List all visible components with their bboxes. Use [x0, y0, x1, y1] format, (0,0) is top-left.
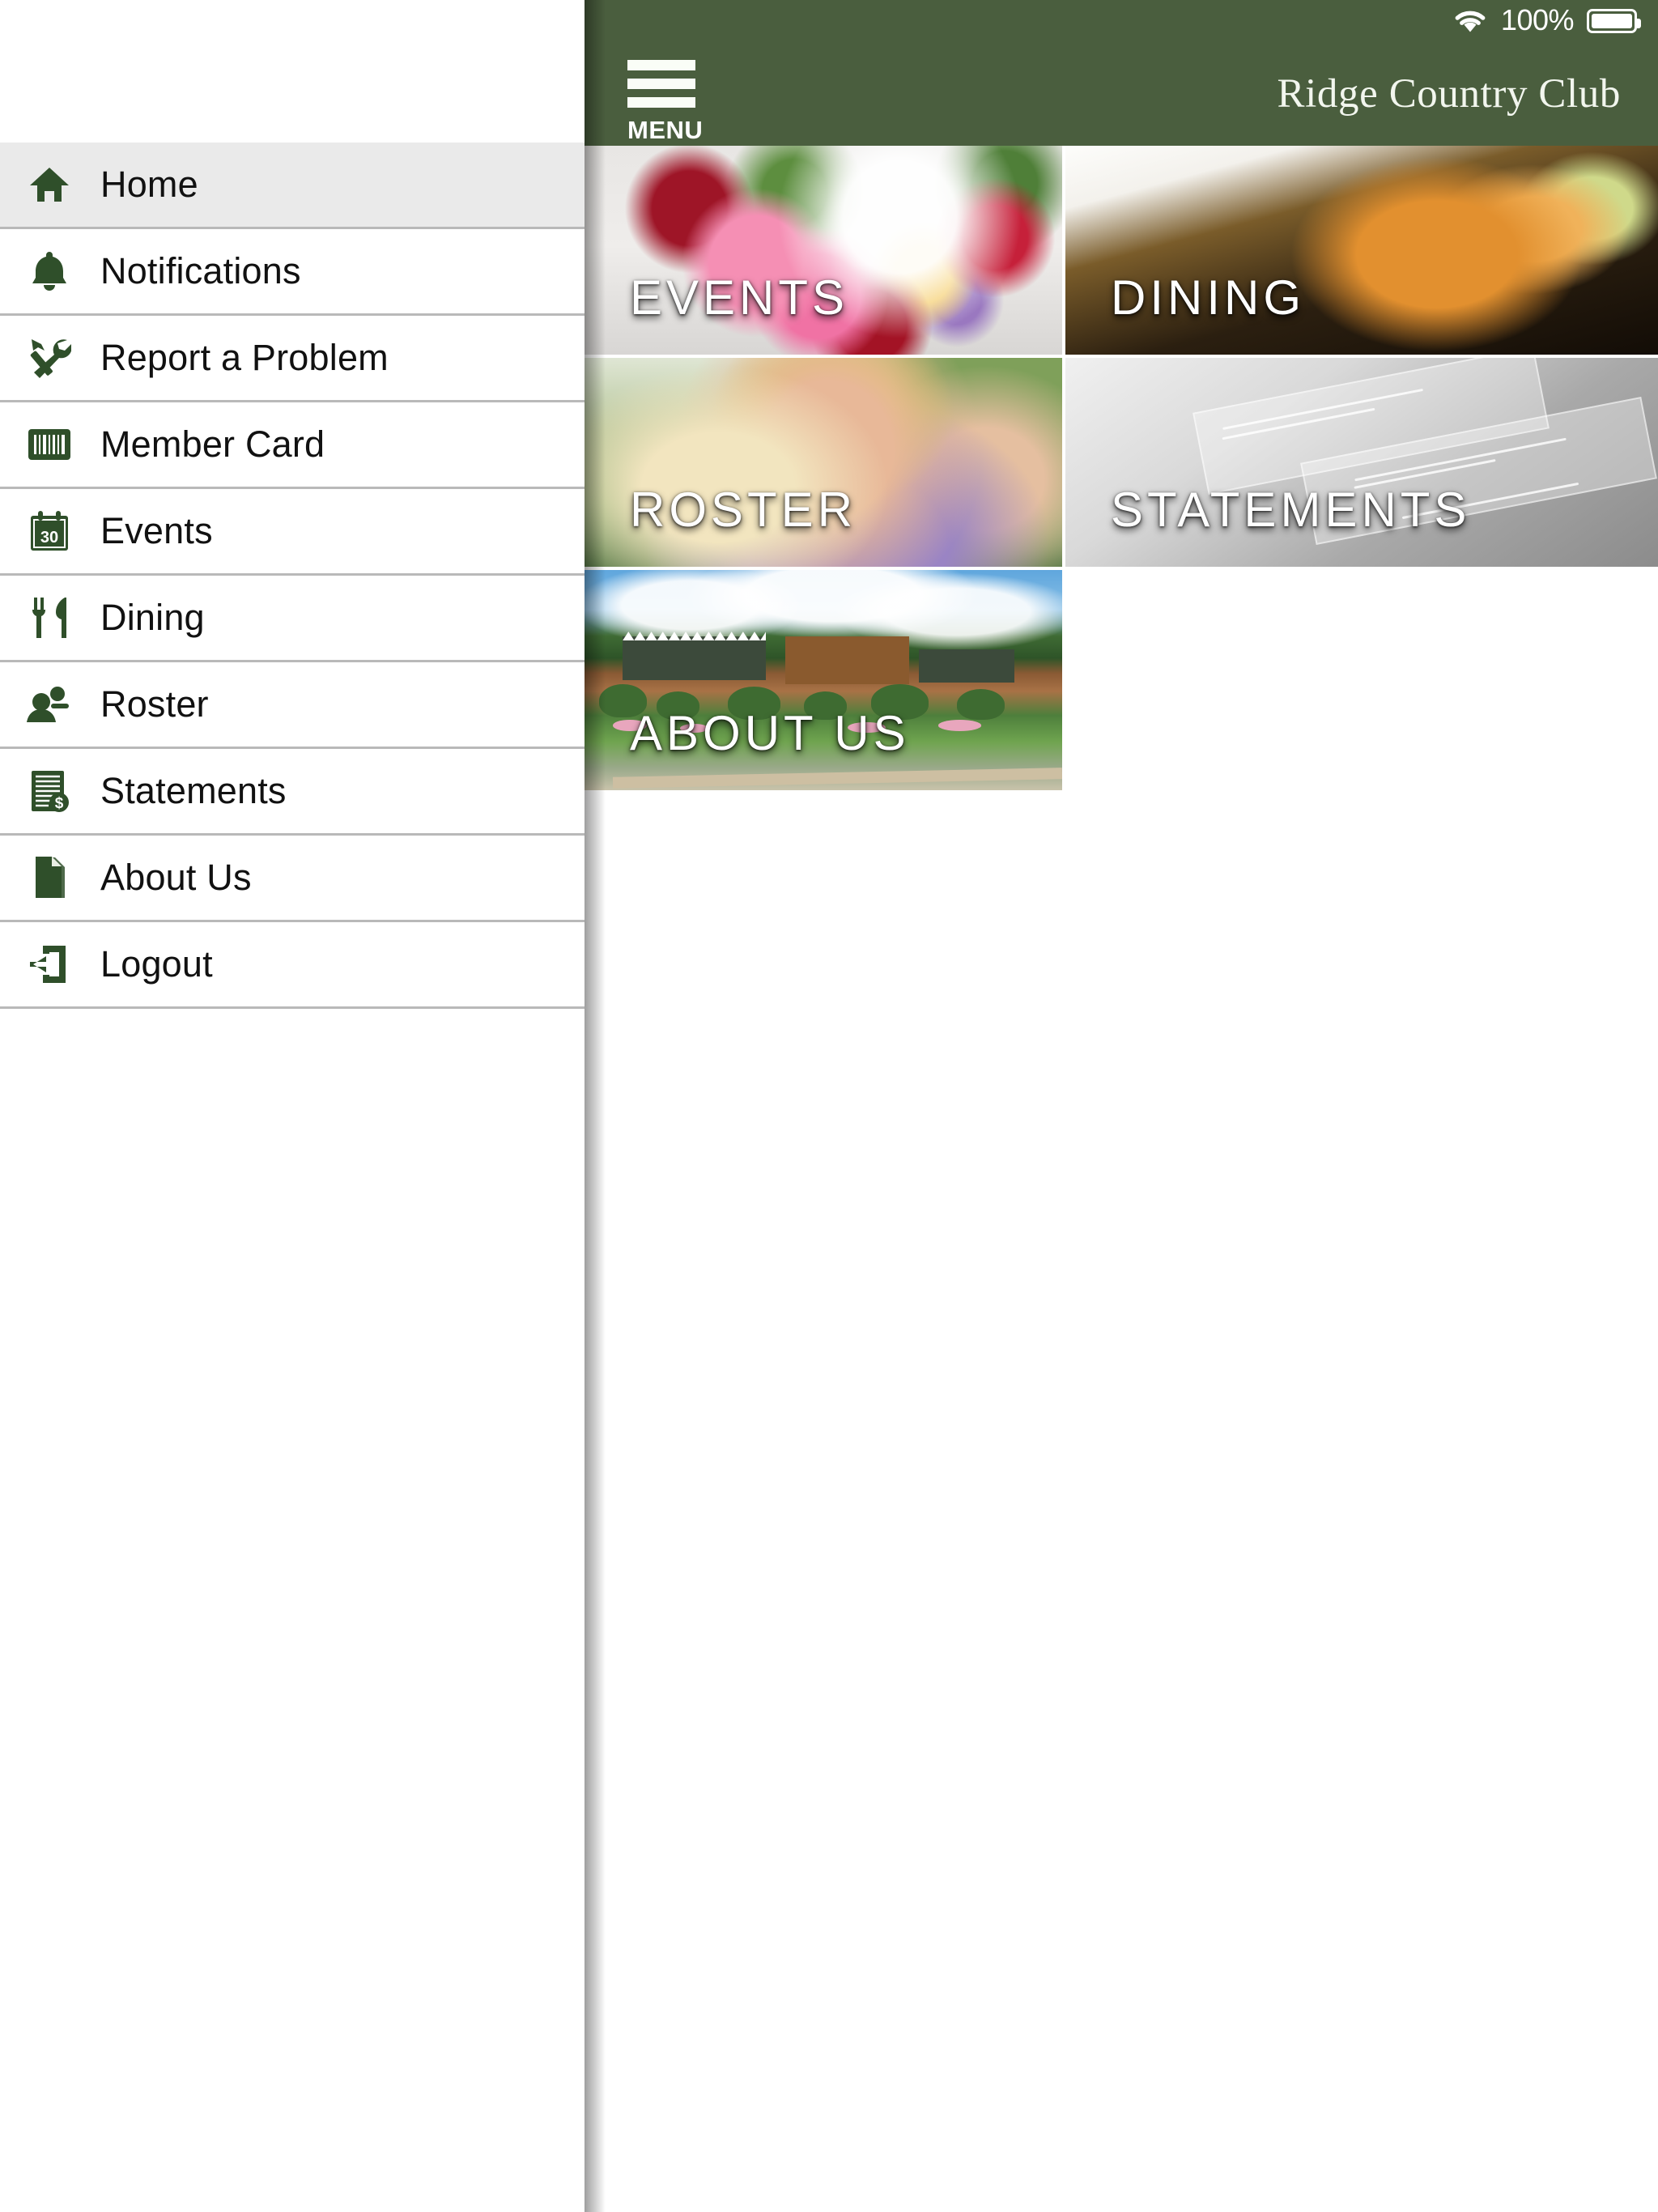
battery-percent-label: 100%: [1500, 3, 1575, 36]
home-icon: [18, 156, 81, 213]
page-title: Ridge Country Club: [1277, 71, 1621, 117]
svg-text:30: 30: [40, 529, 58, 547]
sidebar-item-report-a-problem[interactable]: Report a Problem: [0, 316, 585, 402]
people-icon: [18, 676, 81, 733]
fork-knife-icon: [18, 589, 81, 646]
hamburger-menu-icon[interactable]: MENU: [627, 60, 703, 145]
bell-icon: [18, 243, 81, 300]
status-bar: 100%: [585, 0, 1658, 42]
tile-roster-label: ROSTER: [630, 483, 857, 537]
tile-events[interactable]: EVENTS: [585, 146, 1062, 355]
sidebar-item-notifications-label: Notifications: [100, 250, 301, 291]
app-header: MENU Ridge Country Club: [585, 42, 1658, 146]
svg-text:$: $: [55, 795, 64, 812]
battery-full-icon: [1587, 9, 1641, 33]
sidebar-item-logout[interactable]: Logout: [0, 922, 585, 1009]
tile-events-label: EVENTS: [630, 270, 849, 325]
menu-bar-2: [627, 79, 695, 89]
sidebar-item-home[interactable]: Home: [0, 143, 585, 229]
wifi-icon: [1452, 7, 1488, 35]
tile-roster[interactable]: ROSTER: [585, 358, 1062, 567]
sidebar-item-member-card[interactable]: Member Card: [0, 402, 585, 489]
sidebar-item-statements[interactable]: $ Statements: [0, 749, 585, 836]
drawer-top-spacer: [0, 0, 585, 143]
tile-statements[interactable]: STATEMENTS: [1065, 358, 1658, 567]
app-root: 100% MENU Ridge Country Club EVENTS DINI…: [0, 0, 1658, 2212]
calendar-30-icon: 30: [18, 503, 81, 559]
sidebar-item-about-us[interactable]: About Us: [0, 836, 585, 922]
sidebar-item-member-card-label: Member Card: [100, 423, 325, 465]
sidebar-item-roster[interactable]: Roster: [0, 662, 585, 749]
sidebar-item-statements-label: Statements: [100, 770, 287, 811]
tile-dining-label: DINING: [1111, 270, 1305, 325]
sidebar-item-events[interactable]: 30 Events: [0, 489, 585, 576]
sidebar-item-dining-label: Dining: [100, 597, 205, 638]
tile-statements-label: STATEMENTS: [1111, 483, 1471, 537]
sidebar-item-home-label: Home: [100, 164, 198, 205]
menu-bar-1: [627, 60, 695, 70]
home-screen: 100% MENU Ridge Country Club EVENTS DINI…: [585, 0, 1658, 2212]
invoice-dollar-icon: $: [18, 763, 81, 819]
tile-about-us-label: ABOUT US: [630, 706, 910, 760]
sidebar-item-logout-label: Logout: [100, 943, 213, 985]
sidebar-item-dining[interactable]: Dining: [0, 576, 585, 662]
tile-dining[interactable]: DINING: [1065, 146, 1658, 355]
logout-arrow-icon: [18, 936, 81, 993]
sidebar-item-roster-label: Roster: [100, 683, 209, 725]
menu-bar-3: [627, 97, 695, 108]
sidebar-item-events-label: Events: [100, 510, 213, 551]
barcode-icon: [18, 416, 81, 473]
menu-button-label: MENU: [627, 116, 704, 144]
sidebar-item-notifications[interactable]: Notifications: [0, 229, 585, 316]
sidebar-item-report-a-problem-label: Report a Problem: [100, 337, 389, 378]
sidebar-item-about-us-label: About Us: [100, 857, 252, 898]
tile-about-us[interactable]: ABOUT US: [585, 570, 1062, 790]
tools-icon: [18, 330, 81, 386]
document-icon: [18, 849, 81, 906]
navigation-drawer: Home Notifications Report a Problem Memb…: [0, 0, 585, 2212]
